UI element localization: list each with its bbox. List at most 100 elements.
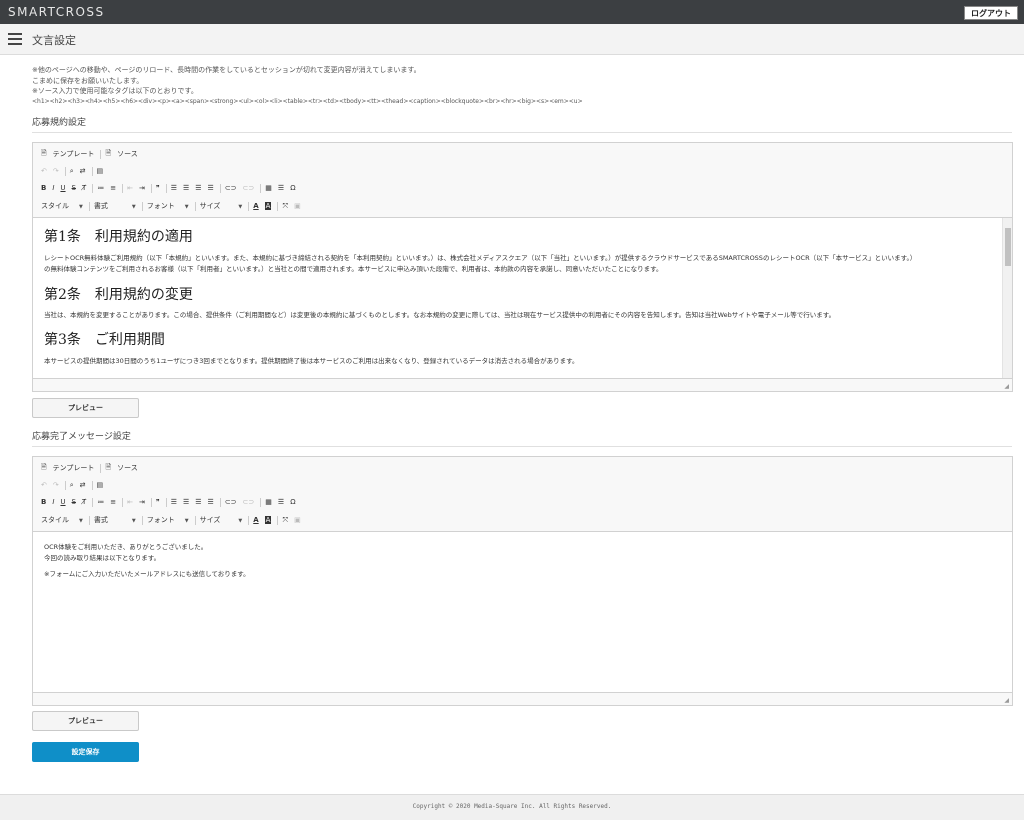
find-icon[interactable]: ⌕ [70, 167, 74, 176]
underline-icon[interactable]: U [60, 498, 65, 506]
special-char-icon[interactable]: Ω [290, 498, 295, 506]
format-dropdown-label: 書式 [93, 202, 108, 210]
maximize-icon[interactable]: ⤧ [282, 202, 288, 211]
show-blocks-icon[interactable]: ▣ [294, 516, 301, 524]
indent-icon[interactable]: ⇥ [139, 184, 145, 192]
show-blocks-icon[interactable]: ▣ [294, 202, 301, 210]
preview-button[interactable]: プレビュー [32, 398, 139, 418]
horizontal-rule-icon[interactable]: ☰ [278, 498, 284, 506]
text-color-icon[interactable]: A [253, 202, 258, 210]
redo-icon[interactable]: ↷ [53, 167, 59, 175]
source-icon[interactable]: 🗎 [105, 463, 111, 474]
align-justify-icon[interactable]: ☰ [208, 498, 214, 506]
article-text: の無料体験コンテンツをご利用されるお客様（以下「利用者」といいます。）と当社との… [44, 265, 663, 273]
source-icon[interactable]: 🗎 [105, 149, 111, 160]
style-dropdown[interactable]: スタイル ▼ [41, 515, 83, 525]
bg-color-icon[interactable]: A [264, 516, 272, 524]
template-icon[interactable]: 🗎 [41, 463, 47, 474]
section-divider [32, 446, 1012, 447]
resize-handle-icon[interactable]: ◢ [1004, 697, 1009, 704]
app-logo: SMARTCROSS [8, 5, 105, 19]
size-dropdown[interactable]: サイズ ▼ [200, 201, 243, 211]
align-right-icon[interactable]: ☰ [195, 184, 201, 192]
page-title: 文言設定 [32, 34, 76, 47]
unlink-icon[interactable]: ⊂⊃ [243, 498, 255, 506]
find-icon[interactable]: ⌕ [70, 481, 74, 490]
size-dropdown[interactable]: サイズ ▼ [200, 515, 243, 525]
link-icon[interactable]: ⊂⊃ [225, 184, 237, 192]
font-dropdown[interactable]: フォント ▼ [147, 201, 189, 211]
content-scrollbar[interactable] [1002, 218, 1012, 378]
template-icon[interactable]: 🗎 [41, 149, 47, 160]
strike-icon[interactable]: S [72, 184, 76, 192]
special-char-icon[interactable]: Ω [290, 184, 295, 192]
italic-icon[interactable]: I [52, 184, 54, 192]
horizontal-rule-icon[interactable]: ☰ [278, 184, 284, 192]
hamburger-menu-icon[interactable] [8, 32, 22, 46]
numbered-list-icon[interactable]: ≔ [97, 184, 104, 192]
font-dropdown-label: フォント [146, 202, 175, 210]
save-settings-button[interactable]: 設定保存 [32, 742, 139, 762]
source-button[interactable]: ソース [117, 149, 138, 159]
indent-icon[interactable]: ⇥ [139, 498, 145, 506]
format-dropdown[interactable]: 書式 ▼ [94, 515, 136, 525]
spellcheck-icon[interactable]: ▤ [97, 481, 104, 489]
bullet-list-icon[interactable]: ≡ [110, 184, 116, 192]
align-center-icon[interactable]: ☰ [183, 184, 189, 192]
style-dropdown-label: スタイル [41, 202, 69, 210]
remove-format-icon[interactable]: T̸ [82, 184, 86, 192]
bold-icon[interactable]: B [41, 184, 46, 192]
blockquote-icon[interactable]: ❞ [156, 184, 160, 192]
template-button[interactable]: テンプレート [53, 149, 95, 159]
bullet-list-icon[interactable]: ≡ [110, 498, 116, 506]
allowed-tags: <h1><h2><h3><h4><h5><h6><div><p><a><span… [32, 97, 583, 105]
align-justify-icon[interactable]: ☰ [208, 184, 214, 192]
align-center-icon[interactable]: ☰ [183, 498, 189, 506]
font-dropdown[interactable]: フォント ▼ [147, 515, 189, 525]
format-dropdown[interactable]: 書式 ▼ [94, 201, 136, 211]
section-divider [32, 132, 1012, 133]
text-color-icon[interactable]: A [253, 516, 258, 524]
style-dropdown[interactable]: スタイル ▼ [41, 201, 83, 211]
notice-line: ※ソース入力で使用可能なタグは以下のとおりです。 [32, 87, 198, 95]
table-icon[interactable]: ▦ [265, 184, 272, 192]
strike-icon[interactable]: S [72, 498, 76, 506]
outdent-icon[interactable]: ⇤ [127, 498, 133, 506]
blockquote-icon[interactable]: ❞ [156, 498, 160, 506]
numbered-list-icon[interactable]: ≔ [97, 498, 104, 506]
replace-icon[interactable]: ⇄ [80, 167, 86, 175]
align-left-icon[interactable]: ☰ [171, 498, 177, 506]
style-dropdown-label: スタイル [41, 516, 69, 524]
message-content-area[interactable]: OCR体験をご利用いただき、ありがとうございました。 今回の読み取り結果は以下と… [33, 531, 1012, 693]
table-icon[interactable]: ▦ [265, 498, 272, 506]
italic-icon[interactable]: I [52, 498, 54, 506]
message-line: OCR体験をご利用いただき、ありがとうございました。 [44, 543, 208, 551]
article-heading: 第1条 利用規約の適用 [44, 229, 193, 245]
undo-icon[interactable]: ↶ [41, 481, 47, 489]
article-heading: 第2条 利用規約の変更 [44, 287, 193, 303]
link-icon[interactable]: ⊂⊃ [225, 498, 237, 506]
undo-icon[interactable]: ↶ [41, 167, 47, 175]
template-button[interactable]: テンプレート [53, 463, 95, 473]
align-left-icon[interactable]: ☰ [171, 184, 177, 192]
underline-icon[interactable]: U [60, 184, 65, 192]
scrollbar-thumb[interactable] [1005, 228, 1011, 266]
source-button[interactable]: ソース [117, 463, 138, 473]
replace-icon[interactable]: ⇄ [80, 481, 86, 489]
unlink-icon[interactable]: ⊂⊃ [243, 184, 255, 192]
logout-button[interactable]: ログアウト [964, 6, 1018, 20]
section-title: 応募規約設定 [32, 118, 87, 128]
preview-button[interactable]: プレビュー [32, 711, 139, 731]
align-right-icon[interactable]: ☰ [195, 498, 201, 506]
outdent-icon[interactable]: ⇤ [127, 184, 133, 192]
spellcheck-icon[interactable]: ▤ [97, 167, 104, 175]
resize-handle-icon[interactable]: ◢ [1004, 383, 1009, 390]
bg-color-icon[interactable]: A [264, 202, 272, 210]
footer-copyright: Copyright © 2020 Media-Square Inc. All R… [0, 794, 1024, 820]
redo-icon[interactable]: ↷ [53, 481, 59, 489]
bold-icon[interactable]: B [41, 498, 46, 506]
remove-format-icon[interactable]: T̸ [82, 498, 86, 506]
maximize-icon[interactable]: ⤧ [282, 516, 288, 525]
terms-content-area[interactable]: 第1条 利用規約の適用 レシートOCR無料体験ご利用規約（以下「本規約」といいま… [33, 217, 1012, 379]
article-text: 当社は、本規約を変更することがあります。この場合、提供条件（ご利用期間など）は変… [44, 311, 836, 319]
